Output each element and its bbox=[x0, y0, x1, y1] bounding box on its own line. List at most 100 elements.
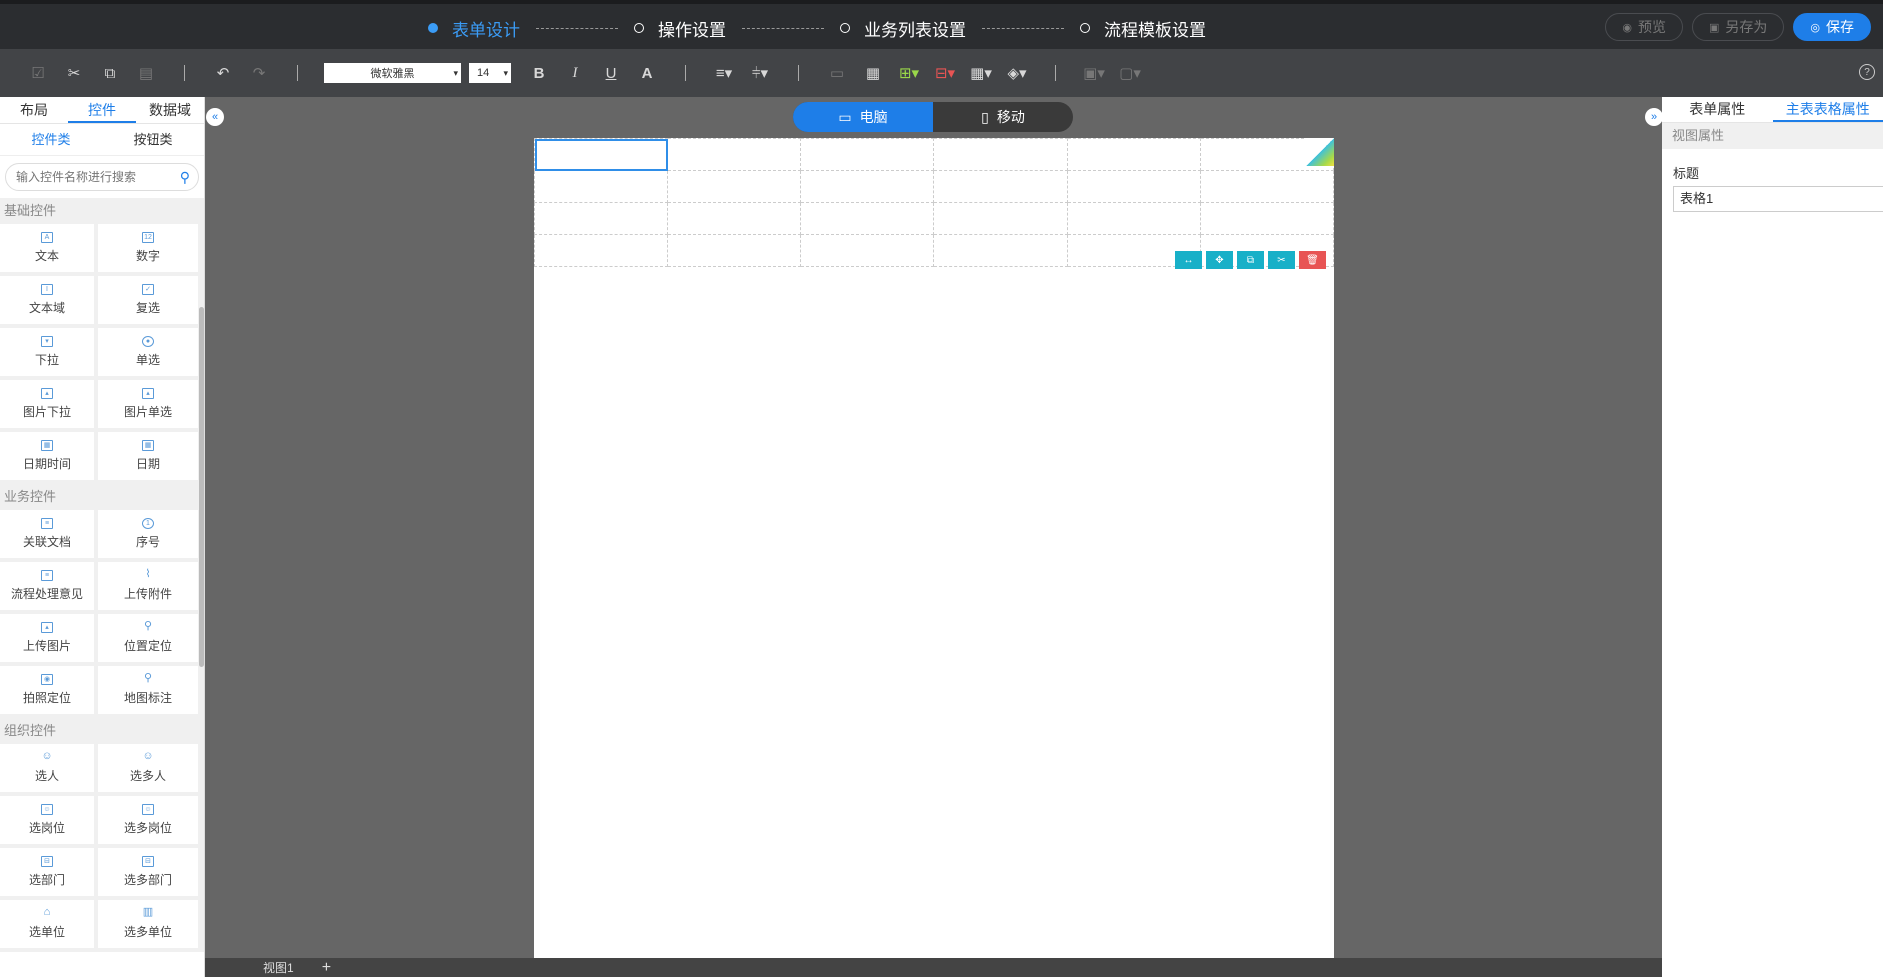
collapse-right-icon[interactable]: » bbox=[1645, 108, 1663, 126]
merge-cells-icon[interactable]: ▭ bbox=[819, 64, 855, 82]
table-cell[interactable] bbox=[933, 202, 1068, 235]
font-size-select[interactable]: 14 bbox=[469, 63, 511, 83]
help-icon[interactable]: ? bbox=[1859, 64, 1875, 80]
control-text[interactable]: A 文本 bbox=[0, 224, 94, 272]
table-cell[interactable] bbox=[800, 170, 935, 203]
bold-button[interactable]: B bbox=[521, 65, 557, 82]
control-map-marker[interactable]: ⚲ 地图标注 bbox=[98, 666, 198, 714]
table-cell[interactable] bbox=[933, 234, 1068, 267]
control-datetime[interactable]: ▦ 日期时间 bbox=[0, 432, 94, 480]
save-as-button[interactable]: ▣ 另存为 bbox=[1691, 13, 1785, 41]
save-button[interactable]: ◎ 保存 bbox=[1793, 13, 1871, 41]
control-select-post[interactable]: ☺ 选岗位 bbox=[0, 796, 94, 844]
copy-icon[interactable]: ⧉ bbox=[92, 65, 128, 82]
control-checkbox[interactable]: ✓ 复选 bbox=[98, 276, 198, 324]
control-flow-opinion[interactable]: ≡ 流程处理意见 bbox=[0, 562, 94, 610]
table-cell[interactable] bbox=[1199, 170, 1335, 203]
desktop-view-button[interactable]: ▭ 电脑 bbox=[793, 102, 933, 132]
add-view-icon[interactable]: + bbox=[322, 959, 331, 977]
table-cell[interactable] bbox=[1066, 138, 1201, 171]
media-icon[interactable]: ▢▾ bbox=[1112, 64, 1148, 82]
paste-icon[interactable]: ▤ bbox=[128, 64, 164, 82]
insert-row-icon[interactable]: ⊞▾ bbox=[891, 64, 927, 82]
subtab-control-types[interactable]: 控件类 bbox=[0, 124, 102, 155]
step-list-settings[interactable]: 业务列表设置 bbox=[840, 16, 966, 41]
control-date[interactable]: ▦ 日期 bbox=[98, 432, 198, 480]
title-input[interactable]: 表格1 bbox=[1673, 186, 1883, 212]
collapse-left-icon[interactable]: « bbox=[206, 108, 224, 126]
tab-form-properties[interactable]: 表单属性 bbox=[1662, 97, 1773, 122]
table-cell[interactable] bbox=[1066, 202, 1201, 235]
table-cell[interactable] bbox=[667, 202, 802, 235]
control-select-dept[interactable]: ⊟ 选部门 bbox=[0, 848, 94, 896]
cut-icon[interactable]: ✂ bbox=[56, 64, 92, 82]
font-family-select[interactable]: 微软雅黑 bbox=[324, 63, 461, 83]
table-cell[interactable] bbox=[533, 234, 669, 267]
tab-layout[interactable]: 布局 bbox=[0, 97, 68, 123]
control-image-radio[interactable]: ▴ 图片单选 bbox=[98, 380, 198, 428]
step-form-design[interactable]: 表单设计 bbox=[428, 16, 520, 41]
form-canvas[interactable]: ↔ ✥ ⧉ ✂ 🗑 bbox=[533, 138, 1335, 958]
move-icon[interactable]: ✥ bbox=[1206, 251, 1233, 269]
control-upload-attachment[interactable]: ⌇ 上传附件 bbox=[98, 562, 198, 610]
table-cell[interactable] bbox=[800, 138, 935, 171]
step-flow-template[interactable]: 流程模板设置 bbox=[1080, 16, 1206, 41]
redo-icon[interactable]: ↷ bbox=[241, 64, 277, 82]
table-cell[interactable] bbox=[667, 138, 802, 171]
align-vertical-icon[interactable]: ⫩▾ bbox=[742, 64, 778, 82]
search-input[interactable] bbox=[16, 170, 166, 184]
step-operation-settings[interactable]: 操作设置 bbox=[634, 16, 726, 41]
control-radio[interactable]: ● 单选 bbox=[98, 328, 198, 376]
control-select-posts[interactable]: ☺ 选多岗位 bbox=[98, 796, 198, 844]
control-select-units[interactable]: ▥ 选多单位 bbox=[98, 900, 198, 948]
table-cell[interactable] bbox=[533, 138, 669, 171]
split-cells-icon[interactable]: ▦ bbox=[855, 64, 891, 82]
underline-button[interactable]: U bbox=[593, 65, 629, 82]
font-color-button[interactable]: A bbox=[629, 65, 665, 82]
control-select-user[interactable]: ☺ 选人 bbox=[0, 744, 94, 792]
table-border-icon[interactable]: ▦▾ bbox=[963, 64, 999, 82]
search-icon[interactable]: ⚲ bbox=[180, 169, 190, 186]
mobile-view-button[interactable]: ▯ 移动 bbox=[933, 102, 1073, 132]
table-cell[interactable] bbox=[667, 170, 802, 203]
control-image-dropdown[interactable]: ▴ 图片下拉 bbox=[0, 380, 94, 428]
table-cell[interactable] bbox=[1199, 202, 1335, 235]
control-textarea[interactable]: I 文本域 bbox=[0, 276, 94, 324]
delete-table-icon[interactable]: 🗑 bbox=[1299, 251, 1326, 269]
table-cell[interactable] bbox=[667, 234, 802, 267]
fill-color-icon[interactable]: ◈▾ bbox=[999, 64, 1035, 82]
control-related-doc[interactable]: ≡ 关联文档 bbox=[0, 510, 94, 558]
control-number[interactable]: 12 数字 bbox=[98, 224, 198, 272]
tab-controls[interactable]: 控件 bbox=[68, 97, 136, 123]
table-cell[interactable] bbox=[1066, 170, 1201, 203]
undo-icon[interactable]: ↶ bbox=[205, 64, 241, 82]
resize-width-icon[interactable]: ↔ bbox=[1175, 251, 1202, 269]
control-select-depts[interactable]: ⊟ 选多部门 bbox=[98, 848, 198, 896]
left-scrollbar[interactable] bbox=[199, 307, 204, 667]
cut-table-icon[interactable]: ✂ bbox=[1268, 251, 1295, 269]
control-select-unit[interactable]: ⌂ 选单位 bbox=[0, 900, 94, 948]
check-icon[interactable]: ☑ bbox=[20, 64, 56, 82]
control-dropdown[interactable]: ▾ 下拉 bbox=[0, 328, 94, 376]
tab-data-domain[interactable]: 数据域 bbox=[136, 97, 204, 123]
view-tab[interactable]: 视图1 bbox=[255, 959, 302, 976]
control-serial[interactable]: 1 序号 bbox=[98, 510, 198, 558]
form-table[interactable] bbox=[533, 138, 1335, 267]
table-cell[interactable] bbox=[800, 234, 935, 267]
image-icon[interactable]: ▣▾ bbox=[1076, 64, 1112, 82]
table-cell[interactable] bbox=[933, 138, 1068, 171]
table-corner-handle[interactable] bbox=[1306, 138, 1334, 166]
table-cell[interactable] bbox=[533, 202, 669, 235]
copy-table-icon[interactable]: ⧉ bbox=[1237, 251, 1264, 269]
preview-button[interactable]: ◉ 预览 bbox=[1605, 13, 1683, 41]
subtab-button-types[interactable]: 按钮类 bbox=[102, 124, 204, 155]
control-upload-image[interactable]: ▴ 上传图片 bbox=[0, 614, 94, 662]
control-photo-location[interactable]: ◉ 拍照定位 bbox=[0, 666, 94, 714]
control-location[interactable]: ⚲ 位置定位 bbox=[98, 614, 198, 662]
align-left-icon[interactable]: ≡▾ bbox=[706, 64, 742, 82]
table-cell[interactable] bbox=[933, 170, 1068, 203]
table-cell[interactable] bbox=[533, 170, 669, 203]
table-cell[interactable] bbox=[800, 202, 935, 235]
italic-button[interactable]: I bbox=[557, 65, 593, 82]
control-select-users[interactable]: ☺ 选多人 bbox=[98, 744, 198, 792]
